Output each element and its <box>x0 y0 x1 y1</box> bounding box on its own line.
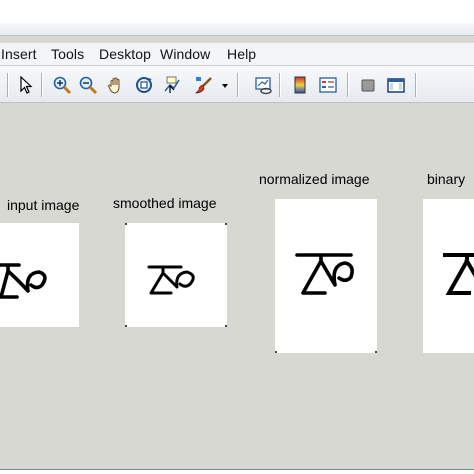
toolbar-separator <box>237 73 238 97</box>
figure-window: Insert Tools Desktop Window Help input i… <box>0 0 474 470</box>
title-bar-frame <box>0 23 474 35</box>
figure-toolbar <box>0 66 474 103</box>
binary-character-glyph <box>443 253 474 295</box>
panel-title-binary: binary <box>427 171 466 187</box>
input-character-glyph <box>0 263 47 299</box>
menu-insert[interactable]: Insert <box>1 46 37 62</box>
menu-bar: Insert Tools Desktop Window Help <box>0 43 474 66</box>
menu-help[interactable]: Help <box>227 46 256 62</box>
title-bar <box>0 0 474 36</box>
link-plot-icon[interactable] <box>253 74 275 96</box>
show-plot-tools-icon[interactable] <box>385 74 407 96</box>
toolbar-separator <box>7 73 8 97</box>
toolbar-separator <box>279 73 280 97</box>
brush-icon[interactable] <box>193 74 215 96</box>
rotate-3d-icon[interactable] <box>133 74 155 96</box>
zoom-out-icon[interactable] <box>77 74 99 96</box>
toolbar-separator <box>347 73 348 97</box>
select-arrow-icon[interactable] <box>15 74 37 96</box>
menu-window[interactable]: Window <box>160 46 210 62</box>
normalized-character-glyph <box>295 253 354 295</box>
normalized-image-axes <box>275 199 377 353</box>
data-cursor-icon[interactable] <box>161 74 183 96</box>
panel-title-input: input image <box>7 197 80 213</box>
input-image-axes <box>0 223 79 327</box>
binary-image-axes <box>423 199 474 353</box>
panel-title-normalized: normalized image <box>259 171 370 187</box>
figure-canvas: input image smoothed image normalized im… <box>0 103 474 469</box>
menu-desktop[interactable]: Desktop <box>99 46 151 62</box>
toolbar-separator <box>415 73 416 97</box>
smoothed-image-axes <box>125 223 227 327</box>
panel-title-smoothed: smoothed image <box>113 195 217 211</box>
toolbar-separator <box>41 73 42 97</box>
hide-plot-tools-icon[interactable] <box>357 74 379 96</box>
menu-tools[interactable]: Tools <box>51 46 84 62</box>
legend-icon[interactable] <box>317 74 339 96</box>
smoothed-character-glyph <box>147 265 195 295</box>
colorbar-icon[interactable] <box>289 74 311 96</box>
pan-hand-icon[interactable] <box>105 74 127 96</box>
brush-dropdown-icon[interactable] <box>219 74 231 96</box>
zoom-in-icon[interactable] <box>51 74 73 96</box>
